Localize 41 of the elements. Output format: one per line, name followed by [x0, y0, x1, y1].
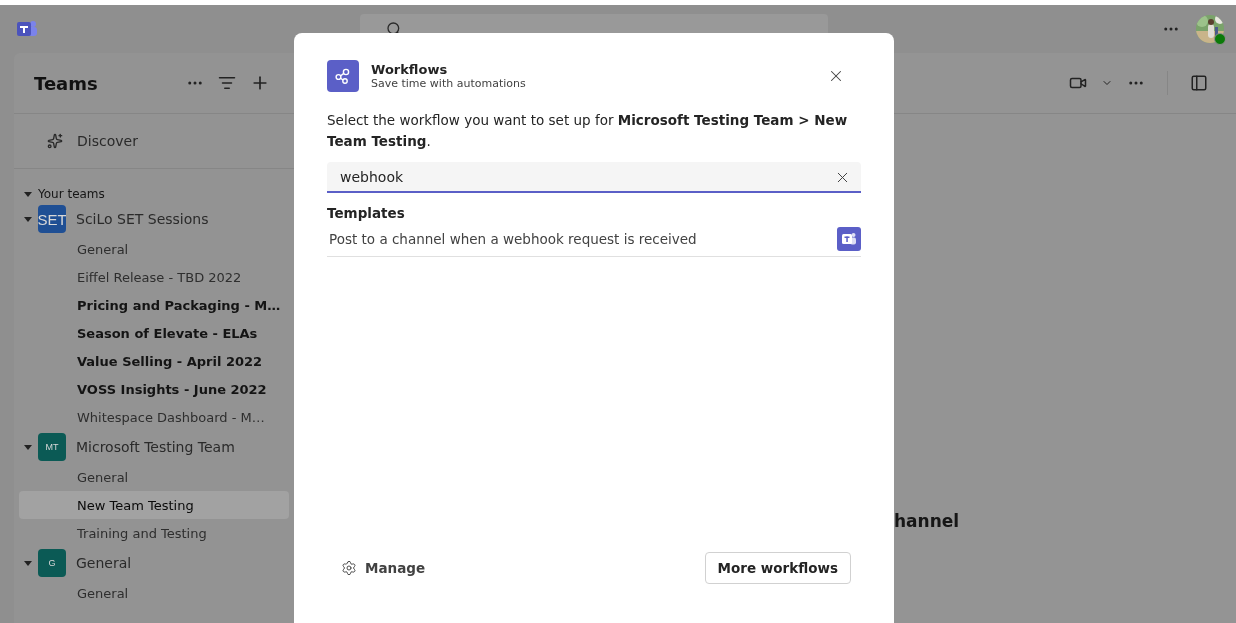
team-name[interactable]: General [76, 555, 132, 571]
channel-item[interactable]: Pricing and Packaging - M… [19, 291, 289, 319]
channel-item[interactable]: Season of Elevate - ELAs [19, 319, 289, 347]
channel-item[interactable]: Value Selling - April 2022 [19, 347, 289, 375]
channel-item[interactable]: General [19, 235, 289, 263]
sidebar-title: Teams [34, 72, 99, 94]
panel-icon[interactable] [1190, 74, 1208, 92]
dialog-description: Select the workflow you want to set up for Microsoft Testing Team > New Team Testing. [327, 111, 849, 151]
channel-item[interactable]: General [19, 579, 289, 607]
search-field[interactable]: webhook [327, 162, 861, 193]
channel-item[interactable]: Training and Testing [19, 519, 289, 547]
more-workflows-button[interactable]: More workflows [704, 552, 851, 584]
filter-icon[interactable] [218, 74, 236, 92]
caret-icon[interactable] [24, 191, 32, 197]
share-nodes-icon [327, 60, 359, 92]
channel-item[interactable]: General [19, 463, 289, 491]
team-name[interactable]: SciLo SET Sessions [76, 211, 209, 227]
team-name[interactable]: Microsoft Testing Team [76, 439, 235, 455]
dialog-subtitle: Save time with automations [371, 77, 527, 90]
manage-button[interactable]: Manage [327, 552, 426, 584]
template-item[interactable]: Post to a channel when a webhook request is received [329, 230, 697, 247]
channel-item[interactable]: Eiffel Release - TBD 2022 [19, 263, 289, 291]
discover-link[interactable]: Discover [77, 133, 138, 149]
section-label[interactable]: Your teams [38, 187, 105, 201]
channel-item[interactable]: New Team Testing [19, 491, 289, 519]
teams-logo-icon [837, 226, 861, 251]
team-avatar: MT [38, 433, 66, 461]
channel-heading: hannel [894, 511, 960, 531]
channel-item[interactable]: VOSS Insights - June 2022 [19, 375, 289, 403]
caret-icon[interactable] [24, 216, 32, 222]
team-avatar: G [38, 549, 66, 577]
settings-icon [341, 560, 357, 576]
team-avatar: SET [38, 205, 66, 233]
dialog-title: Workflows [371, 62, 449, 77]
caret-icon[interactable] [24, 560, 32, 566]
channel-item[interactable]: Whitespace Dashboard - M… [19, 403, 289, 431]
teams-logo-icon[interactable] [16, 20, 38, 38]
section-heading: Templates [327, 205, 406, 221]
available-status-icon [1214, 33, 1226, 45]
sparkle-icon [47, 133, 63, 149]
caret-icon[interactable] [24, 444, 32, 450]
